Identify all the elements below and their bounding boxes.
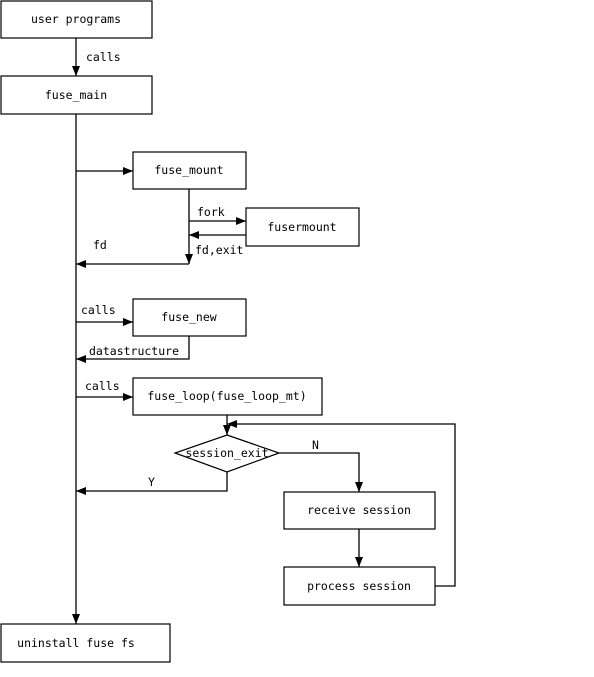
edge-label: fork xyxy=(197,205,225,219)
node-fusermount: fusermount xyxy=(245,207,360,247)
node-label: process session xyxy=(307,579,411,593)
node-label: user programs xyxy=(31,12,121,26)
edge-label: calls xyxy=(81,303,116,317)
edge-no xyxy=(279,452,363,492)
edge-label: fd xyxy=(93,238,107,252)
node-fuse-new: fuse_new xyxy=(132,298,247,337)
node-label: session_exit xyxy=(185,446,268,460)
node-label: fuse_loop(fuse_loop_mt) xyxy=(147,389,306,403)
edge-label: fd,exit xyxy=(195,243,243,257)
node-label: fuse_main xyxy=(45,88,107,102)
node-fuse-mount: fuse_mount xyxy=(132,151,247,190)
node-receive-session: receive session xyxy=(283,491,436,530)
edge-label: calls xyxy=(86,50,121,64)
edge-label: calls xyxy=(85,379,120,393)
node-process-session: process session xyxy=(283,566,436,606)
node-label: fusermount xyxy=(267,220,336,234)
node-fuse-loop: fuse_loop(fuse_loop_mt) xyxy=(132,377,323,416)
node-uninstall: uninstall fuse fs xyxy=(0,623,171,663)
node-label: fuse_mount xyxy=(154,163,223,177)
node-session-exit: session_exit xyxy=(173,434,281,473)
node-label: receive session xyxy=(307,503,411,517)
edge-label: datastructure xyxy=(89,344,179,358)
node-label: uninstall fuse fs xyxy=(17,636,135,650)
edge-label: Y xyxy=(148,475,155,489)
node-fuse-main: fuse_main xyxy=(0,75,153,115)
node-label: fuse_new xyxy=(161,310,216,324)
fuse-flow-diagram: user programs fuse_main fuse_mount fuser… xyxy=(0,0,456,663)
edge-label: N xyxy=(312,438,319,452)
node-user-programs: user programs xyxy=(0,0,153,39)
